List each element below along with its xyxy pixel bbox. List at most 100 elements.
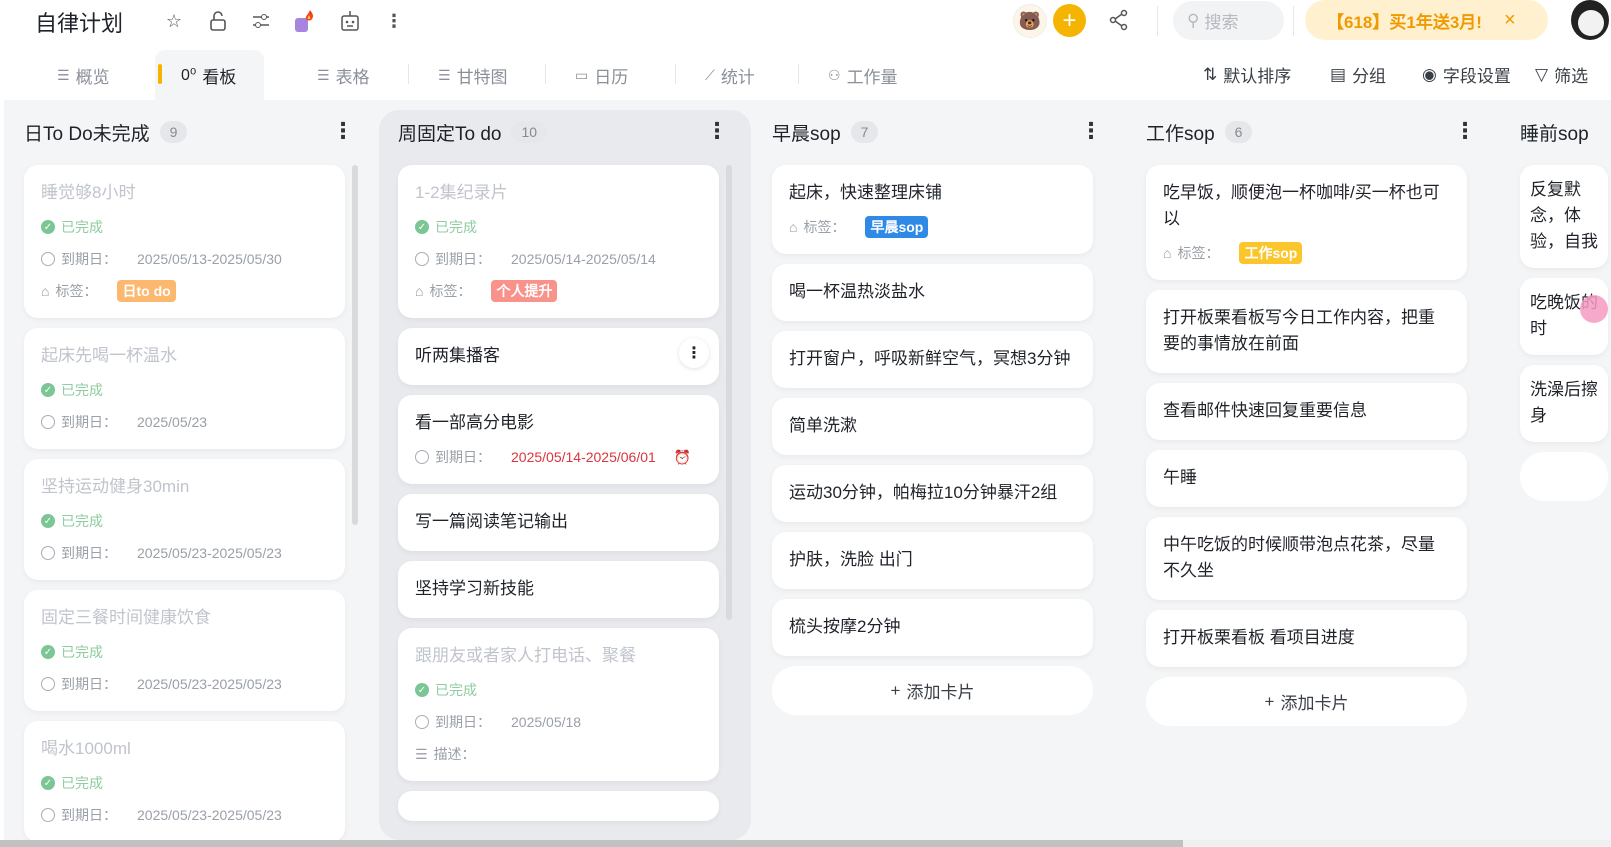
tag-label: 标签：: [803, 219, 846, 235]
task-card[interactable]: 运动30分钟，帕梅拉10分钟暴汗2组: [772, 465, 1093, 522]
star-icon[interactable]: ☆: [162, 9, 186, 33]
task-card[interactable]: [398, 791, 719, 821]
horizontal-scrollbar[interactable]: [0, 840, 1611, 847]
card-title: 看一部高分电影: [415, 413, 534, 432]
check-circle-icon: ✓: [41, 514, 55, 528]
tab-label: 甘特图: [456, 67, 508, 87]
filter-label: 筛选: [1554, 67, 1589, 86]
tab-workload[interactable]: ⚇ 工作量: [828, 50, 898, 100]
search-input[interactable]: ⚲ 搜索: [1173, 1, 1284, 40]
card-title: 喝一杯温热淡盐水: [789, 282, 925, 301]
gantt-icon: ☰: [438, 66, 451, 83]
floating-assistant-bubble[interactable]: [1580, 295, 1608, 323]
clock-icon: [41, 677, 55, 691]
add-card-button[interactable]: + 添加卡片: [1146, 677, 1467, 726]
close-icon[interactable]: ×: [1504, 9, 1516, 32]
settings-sliders-icon[interactable]: [249, 9, 273, 33]
task-card[interactable]: 听两集播客 ⋮: [398, 328, 719, 385]
promo-banner[interactable]: 【618】买1年送3月! ×: [1305, 0, 1548, 40]
task-card[interactable]: 喝一杯温热淡盐水: [772, 264, 1093, 321]
sort-button[interactable]: ⇅ 默认排序: [1203, 62, 1291, 87]
tab-calendar[interactable]: ▭ 日历: [575, 50, 628, 100]
lock-icon[interactable]: [206, 9, 230, 33]
status-text: 已完成: [61, 513, 103, 529]
check-circle-icon: ✓: [41, 645, 55, 659]
robot-icon[interactable]: [338, 9, 362, 33]
due-date: 2025/05/23-2025/05/23: [137, 545, 282, 561]
task-card[interactable]: 反复默念，体验，自我: [1520, 165, 1608, 268]
more-icon[interactable]: ⋮: [382, 9, 406, 33]
field-settings-button[interactable]: ◉ 字段设置: [1422, 62, 1511, 87]
due-date: 2025/05/14-2025/06/01: [511, 449, 656, 465]
task-card[interactable]: 洗澡后擦身: [1520, 365, 1608, 442]
status-text: 已完成: [61, 644, 103, 660]
field-settings-label: 字段设置: [1442, 67, 1511, 86]
add-card-label: 添加卡片: [906, 683, 975, 702]
alarm-clock-icon[interactable]: ⏰: [674, 449, 691, 466]
status-row: ✓ 已完成: [41, 216, 328, 238]
user-avatar[interactable]: [1571, 0, 1609, 40]
due-date-row: 到期日： 2025/05/18: [415, 711, 702, 733]
task-card[interactable]: 中午吃饭的时候顺带泡点花茶，尽量不久坐: [1146, 517, 1467, 600]
tag-badge: 个人提升: [491, 280, 558, 302]
group-button[interactable]: ▤ 分组: [1330, 62, 1386, 87]
task-card[interactable]: 跟朋友或者家人打电话、聚餐 ✓ 已完成 到期日： 2025/05/18 ☰ 描述：: [398, 628, 719, 781]
mascot-fire-icon[interactable]: [291, 9, 315, 33]
add-plus-button[interactable]: +: [1053, 4, 1086, 37]
mascot-avatar[interactable]: 🐻: [1013, 4, 1047, 38]
task-card[interactable]: 打开窗户，呼吸新鲜空气，冥想3分钟: [772, 331, 1093, 388]
search-placeholder: 搜索: [1204, 13, 1239, 32]
card-title: 听两集播客: [415, 346, 500, 365]
due-date: 2025/05/23-2025/05/23: [137, 807, 282, 823]
filter-button[interactable]: ▽ 筛选: [1535, 62, 1588, 87]
task-card[interactable]: 护肤，洗脸 出门: [772, 532, 1093, 589]
status-row: ✓ 已完成: [415, 216, 702, 238]
list-icon: ☰: [57, 66, 70, 83]
column-scrollbar[interactable]: [726, 165, 732, 620]
tab-kanban[interactable]: 0⁰ 看板: [155, 50, 265, 100]
clock-icon: [41, 415, 55, 429]
column-more-icon[interactable]: ⋮: [1454, 118, 1476, 144]
column-more-icon[interactable]: ⋮: [332, 118, 354, 144]
task-card[interactable]: 1-2集纪录片 ✓ 已完成 到期日： 2025/05/14-2025/05/14 ⌂ 标签：…: [398, 165, 719, 318]
eye-icon: ◉: [1422, 64, 1437, 84]
tag-label: 标签：: [55, 283, 98, 299]
tab-label: 工作量: [846, 67, 898, 87]
column-scrollbar[interactable]: [352, 165, 358, 525]
column-more-icon[interactable]: ⋮: [1080, 118, 1102, 144]
task-card[interactable]: 简单洗漱: [772, 398, 1093, 455]
task-card[interactable]: 看一部高分电影到期日： 2025/05/14-2025/06/01 ⏰: [398, 395, 719, 484]
tab-gantt[interactable]: ☰ 甘特图: [438, 50, 508, 100]
add-card-button[interactable]: + 添加卡片: [772, 666, 1093, 715]
share-icon[interactable]: [1108, 9, 1130, 36]
tag-label: 标签：: [1177, 245, 1220, 261]
horizontal-scrollbar-thumb[interactable]: [0, 840, 1183, 847]
task-card[interactable]: 起床先喝一杯温水 ✓ 已完成 到期日： 2025/05/23: [24, 328, 345, 449]
tag-badge: 工作sop: [1239, 242, 1303, 264]
task-card[interactable]: 写一篇阅读笔记输出: [398, 494, 719, 551]
task-card[interactable]: 午睡: [1146, 450, 1467, 507]
tab-list[interactable]: ☰ 概览: [57, 50, 110, 100]
card-more-icon[interactable]: ⋮: [679, 338, 709, 368]
task-card[interactable]: 固定三餐时间健康饮食 ✓ 已完成 到期日： 2025/05/23-2025/05/23: [24, 590, 345, 711]
divider: [1157, 6, 1158, 36]
task-card[interactable]: 睡觉够8小时 ✓ 已完成 到期日： 2025/05/13-2025/05/30 ⌂ 标签： 日…: [24, 165, 345, 318]
card-title: 午睡: [1163, 468, 1197, 487]
task-card[interactable]: 梳头按摩2分钟: [772, 599, 1093, 656]
task-card[interactable]: 打开板栗看板写今日工作内容，把重要的事情放在前面: [1146, 290, 1467, 373]
check-circle-icon: ✓: [415, 683, 429, 697]
tag-row: ⌂ 标签： 工作sop: [1163, 242, 1450, 264]
task-card[interactable]: 吃早饭，顺便泡一杯咖啡/买一杯也可以 ⌂ 标签： 工作sop: [1146, 165, 1467, 280]
task-card[interactable]: 坚持运动健身30min ✓ 已完成 到期日： 2025/05/23-2025/05/23: [24, 459, 345, 580]
task-card[interactable]: 喝水1000ml ✓ 已完成 到期日： 2025/05/23-2025/05/23: [24, 721, 345, 842]
card-title: 查看邮件快速回复重要信息: [1163, 401, 1367, 420]
task-card[interactable]: 起床，快速整理床铺 ⌂ 标签： 早晨sop: [772, 165, 1093, 254]
task-card[interactable]: 打开板栗看板 看项目进度: [1146, 610, 1467, 667]
column-more-icon[interactable]: ⋮: [706, 118, 728, 144]
task-card[interactable]: 查看邮件快速回复重要信息: [1146, 383, 1467, 440]
add-card-button[interactable]: [1520, 452, 1608, 501]
due-label: 到期日：: [435, 449, 491, 465]
task-card[interactable]: 坚持学习新技能: [398, 561, 719, 618]
tab-table[interactable]: ☰ 表格: [317, 50, 370, 100]
tab-chart[interactable]: ⟋ 统计: [705, 50, 755, 100]
